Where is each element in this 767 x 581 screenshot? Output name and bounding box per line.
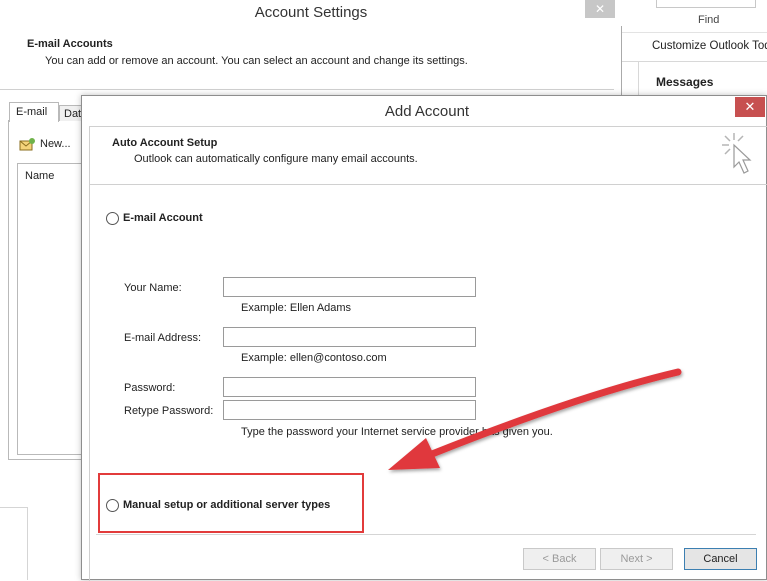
auto-account-setup-heading: Auto Account Setup <box>112 137 218 149</box>
column-header-name[interactable]: Name <box>25 170 54 182</box>
footer-divider <box>96 534 756 535</box>
your-name-label: Your Name: <box>124 282 182 294</box>
account-settings-close-button[interactable]: ✕ <box>585 0 615 18</box>
add-account-title: Add Account <box>384 103 470 120</box>
email-account-option-label[interactable]: E-mail Account <box>123 212 203 224</box>
password-label: Password: <box>124 382 176 394</box>
your-name-hint: Example: Ellen Adams <box>241 302 352 314</box>
email-account-radio[interactable] <box>106 212 119 225</box>
tab-email[interactable]: E-mail <box>9 102 59 122</box>
back-button[interactable]: < Back <box>523 548 596 570</box>
account-settings-header: E-mail Accounts You can add or remove an… <box>0 26 614 90</box>
email-address-input[interactable] <box>223 327 476 347</box>
messages-heading: Messages <box>656 75 714 89</box>
email-address-label: E-mail Address: <box>124 332 202 344</box>
email-accounts-heading: E-mail Accounts <box>27 38 113 50</box>
email-accounts-description: You can add or remove an account. You ca… <box>45 55 468 67</box>
your-name-input[interactable] <box>223 277 476 297</box>
cancel-button[interactable]: Cancel <box>684 548 757 570</box>
email-address-hint: Example: ellen@contoso.com <box>241 352 387 364</box>
auto-account-setup-description: Outlook can automatically configure many… <box>134 153 418 165</box>
new-account-button[interactable]: New... <box>20 138 71 150</box>
customize-outlook-today-link[interactable]: Customize Outlook Toda <box>652 40 767 52</box>
annotation-highlight-box <box>98 473 364 533</box>
new-account-label: New... <box>40 138 71 150</box>
find-group-label: Find <box>698 14 720 26</box>
add-account-close-button[interactable]: ✕ <box>735 97 765 117</box>
magic-cursor-icon <box>720 131 760 181</box>
next-button[interactable]: Next > <box>600 548 673 570</box>
account-settings-title: Account Settings <box>254 4 368 21</box>
annotation-arrow <box>380 360 690 490</box>
divider <box>622 32 767 33</box>
auto-account-setup-header: Auto Account Setup Outlook can automatic… <box>90 127 767 185</box>
retype-password-label: Retype Password: <box>124 405 214 417</box>
filter-email-box[interactable] <box>656 0 756 8</box>
divider <box>0 507 28 580</box>
divider <box>622 61 767 62</box>
